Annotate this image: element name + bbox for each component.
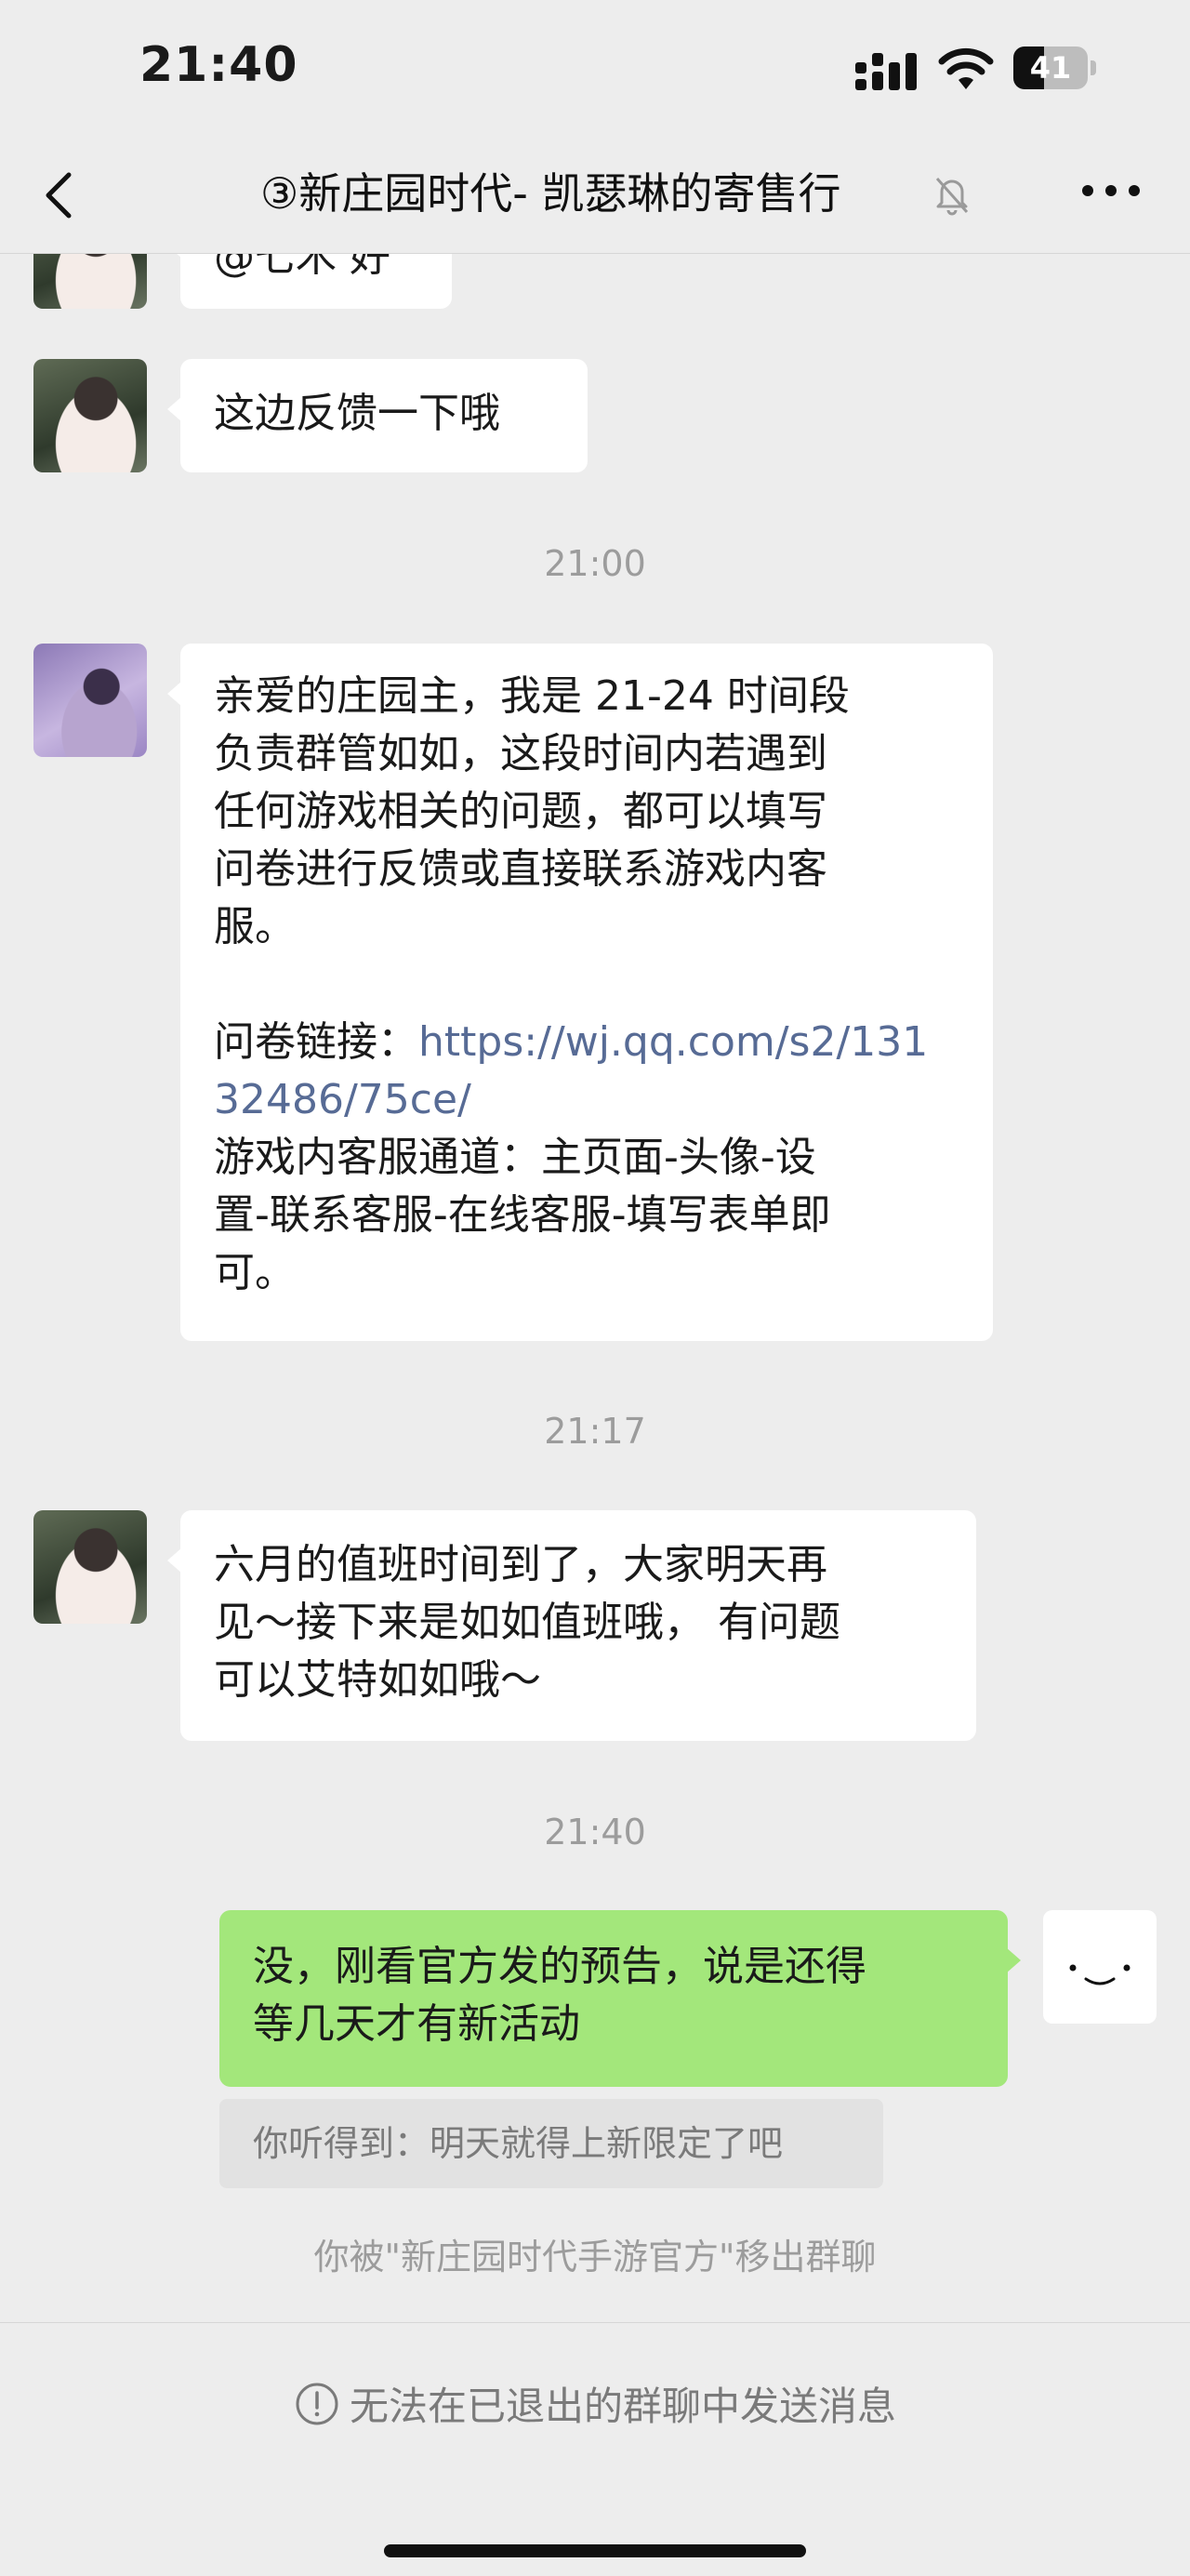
timestamp: 21:40 [544, 1812, 646, 1852]
link-label: 问卷链接： [214, 1018, 418, 1066]
message-bubble[interactable]: 六月的值班时间到了，大家明天再 见～接下来是如如值班哦， 有问题 可以艾特如如哦… [167, 1510, 976, 1741]
quoted-message[interactable]: 你听得到：明天就得上新限定了吧 [219, 2099, 883, 2188]
survey-link[interactable]: 32486/75ce/ [214, 1071, 959, 1129]
footer-notice-text: 无法在已退出的群聊中发送消息 [349, 2383, 896, 2429]
footer: 无法在已退出的群聊中发送消息 [0, 2322, 1190, 2576]
avatar[interactable] [33, 253, 147, 309]
back-chevron-icon[interactable] [37, 167, 84, 223]
home-indicator[interactable] [384, 2544, 806, 2557]
mute-bell-icon [935, 178, 969, 216]
message-line: 可。 [214, 1249, 296, 1296]
footer-notice: 无法在已退出的群聊中发送消息 [0, 2375, 1190, 2432]
status-time: 21:40 [139, 37, 298, 93]
system-notice: 你被"新庄园时代手游官方"移出群聊 [313, 2237, 877, 2277]
message-line: 六月的值班时间到了，大家明天再 [214, 1541, 827, 1588]
message-line: 任何游戏相关的问题，都可以填写 [214, 788, 827, 835]
avatar[interactable] [33, 359, 147, 472]
message-line: 亲爱的庄园主，我是 21-24 时间段 [214, 672, 850, 720]
battery-icon: 41 [1013, 46, 1097, 91]
my-message-bubble[interactable]: 没，刚看官方发的预告，说是还得 等几天才有新活动 [219, 1910, 1021, 2087]
battery-level: 41 [1029, 50, 1072, 86]
signal-icon [855, 53, 917, 90]
message-line: 可以艾特如如哦～ [214, 1656, 541, 1704]
message-text: 这边反馈一下哦 [214, 390, 500, 437]
smiley-face-icon [1069, 1964, 1130, 1985]
message-line: 问卷进行反馈或直接联系游戏内客 [214, 845, 827, 893]
message-line: 置-联系客服-在线客服-填写表单即 [214, 1191, 831, 1239]
message-line: 服。 [214, 903, 296, 950]
avatar[interactable] [33, 1510, 147, 1624]
nav-bar: ③新庄园时代- 凯瑟琳的寄售行 [0, 139, 1190, 254]
message-line: 负责群管如如，这段时间内若遇到 [214, 730, 827, 777]
status-bar: 21:40 41 [0, 0, 1190, 139]
message-line: 游戏内客服通道：主页面-头像-设 [214, 1134, 816, 1181]
avatar[interactable] [33, 644, 147, 757]
message-text: @七木 好 [214, 253, 390, 281]
survey-link[interactable]: https://wj.qq.com/s2/131 [418, 1018, 928, 1066]
message-line: 见～接下来是如如值班哦， 有问题 [214, 1599, 840, 1646]
message-line: 等几天才有新活动 [253, 2000, 580, 2048]
my-avatar[interactable] [1043, 1910, 1157, 2024]
timestamp: 21:00 [544, 543, 646, 584]
warning-circle-icon [296, 2383, 338, 2424]
message-line: 没，刚看官方发的预告，说是还得 [253, 1943, 866, 1990]
chat-title: ③新庄园时代- 凯瑟琳的寄售行 [260, 168, 841, 219]
more-dots-icon[interactable] [1078, 177, 1144, 205]
message-bubble[interactable]: @七木 好 [167, 253, 452, 309]
message-list[interactable]: @七木 好 这边反馈一下哦 21:00 亲爱的庄园主，我是 21-24 时间段 … [0, 253, 1190, 2322]
wifi-icon [938, 47, 994, 89]
message-bubble[interactable]: 这边反馈一下哦 [167, 359, 588, 472]
message-bubble[interactable]: 亲爱的庄园主，我是 21-24 时间段 负责群管如如，这段时间内若遇到 任何游戏… [167, 644, 993, 1341]
timestamp: 21:17 [544, 1411, 646, 1452]
